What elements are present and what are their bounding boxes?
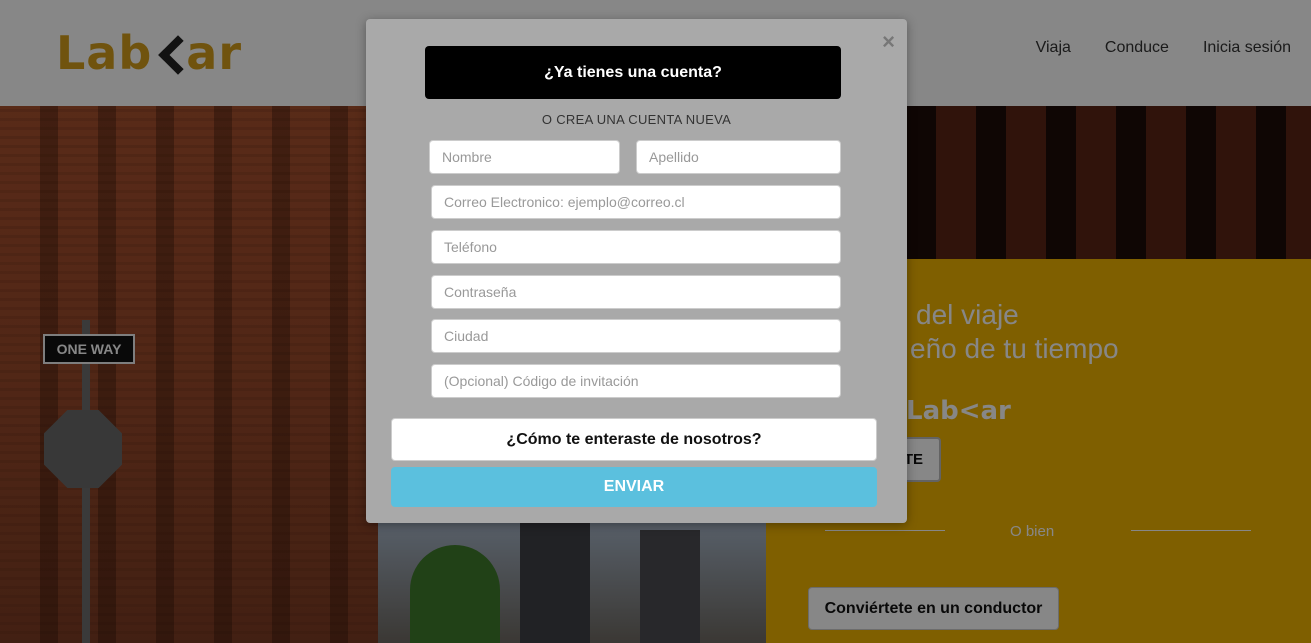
- signup-modal: × ¿Ya tienes una cuenta? O CREA UNA CUEN…: [366, 19, 907, 523]
- last-name-input[interactable]: [636, 140, 841, 174]
- password-input[interactable]: [431, 275, 841, 309]
- first-name-input[interactable]: [429, 140, 620, 174]
- email-input[interactable]: [431, 185, 841, 219]
- submit-button[interactable]: ENVIAR: [391, 467, 877, 507]
- phone-input[interactable]: [431, 230, 841, 264]
- signup-subtitle: O CREA UNA CUENTA NUEVA: [541, 112, 732, 127]
- close-icon[interactable]: ×: [882, 31, 895, 53]
- referral-source-button[interactable]: ¿Cómo te enteraste de nosotros?: [391, 418, 877, 461]
- invite-code-input[interactable]: [431, 364, 841, 398]
- city-input[interactable]: [431, 319, 841, 353]
- login-button[interactable]: ¿Ya tienes una cuenta?: [425, 46, 841, 99]
